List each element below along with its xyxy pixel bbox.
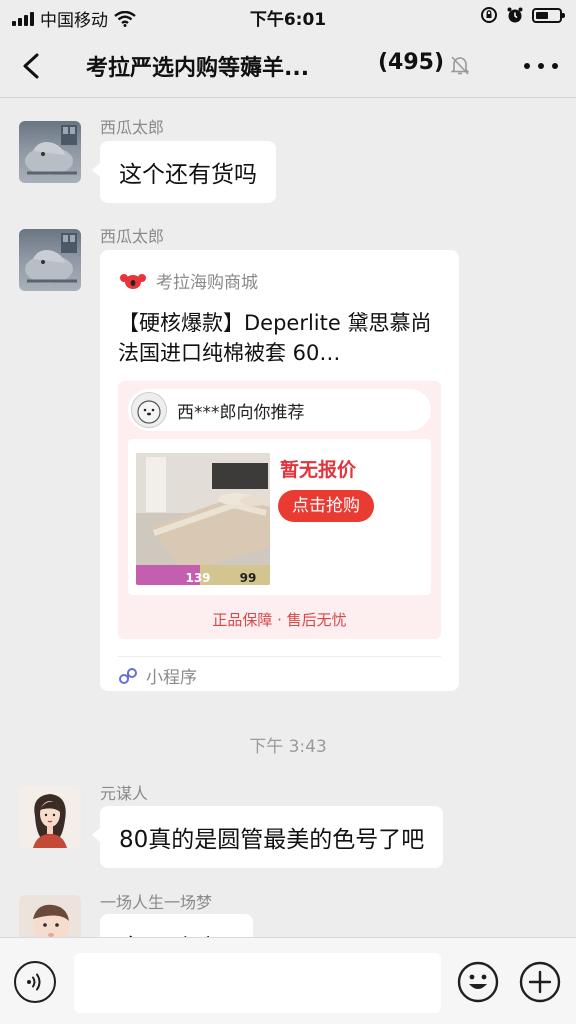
mini-program-label: 小程序	[146, 668, 197, 688]
nav-bar: 考拉严选内购等薅羊... (495)	[0, 34, 576, 98]
back-button[interactable]	[14, 48, 50, 84]
mini-program-icon	[119, 667, 137, 684]
promo-price-label: 99	[240, 571, 257, 585]
promo-price-label: 139	[185, 571, 210, 585]
orientation-lock-icon	[481, 7, 497, 23]
buy-button[interactable]: 点击抢购	[278, 490, 374, 522]
recommend-text: 西***郎向你推荐	[177, 402, 305, 423]
price-label: 暂无报价	[280, 459, 357, 481]
mini-program-card[interactable]: 考拉海购商城 【硬核爆款】Deperlite 黛思慕尚 法国进口纯棉被套 60……	[100, 250, 459, 691]
mute-bell-icon	[450, 56, 470, 75]
avatar[interactable]	[19, 121, 81, 183]
message-bubble[interactable]: 这个还有货吗	[92, 141, 276, 203]
shark-avatar-image	[25, 125, 77, 175]
more-options-button[interactable]	[524, 52, 558, 80]
sender-name: 一场人生一场梦	[100, 893, 213, 912]
guarantee-text: 正品保障 · 售后无忧	[212, 611, 347, 629]
member-count: (495)	[378, 50, 445, 75]
avatar[interactable]	[19, 786, 81, 848]
sender-name: 西瓜太郎	[100, 227, 165, 246]
girl-avatar-image	[19, 786, 81, 848]
chat-title: 考拉严选内购等薅羊...	[86, 56, 310, 81]
status-bar: 中国移动 下午6:01	[0, 0, 576, 34]
status-right	[480, 6, 565, 24]
product-box: 139 99 暂无报价 点击抢购	[128, 439, 431, 595]
card-source-label: 考拉海购商城	[156, 273, 258, 293]
voice-button[interactable]	[14, 961, 56, 1003]
alarm-icon	[507, 7, 523, 23]
input-bar	[0, 937, 576, 1024]
sender-name: 元谋人	[100, 784, 149, 803]
sender-name: 西瓜太郎	[100, 118, 165, 137]
card-preview: 西***郎向你推荐 139 99 暂无报价 点击抢购 正品保障 · 售后无忧	[118, 381, 441, 639]
recommender-avatar	[131, 392, 167, 428]
message-timestamp: 下午 3:43	[249, 737, 327, 757]
chat-messages[interactable]: 西瓜太郎 这个还有货吗 西瓜太郎 考拉海购商城 【硬核爆款】Deperlite …	[0, 99, 576, 937]
battery-icon	[532, 7, 565, 23]
card-source: 考拉海购商城	[120, 268, 258, 293]
message-input[interactable]	[74, 953, 441, 1013]
message-bubble[interactable]: 80真的是圆管最美的色号了吧	[91, 806, 444, 868]
card-footer: 小程序	[118, 656, 441, 688]
avatar[interactable]	[19, 895, 81, 937]
emoji-button[interactable]	[456, 960, 500, 1004]
card-title: 【硬核爆款】Deperlite 黛思慕尚 法国进口纯棉被套 60…	[118, 311, 432, 365]
baby-avatar-image	[19, 895, 81, 937]
avatar[interactable]	[19, 229, 81, 291]
shark-avatar-image	[25, 233, 77, 283]
voice-icon	[27, 973, 41, 991]
koala-logo-icon	[120, 273, 146, 289]
recommend-bar: 西***郎向你推荐	[128, 389, 431, 431]
product-image: 139 99	[136, 453, 270, 585]
message-bubble[interactable]: 今天刚到了	[92, 914, 253, 937]
plus-button[interactable]	[518, 960, 562, 1004]
